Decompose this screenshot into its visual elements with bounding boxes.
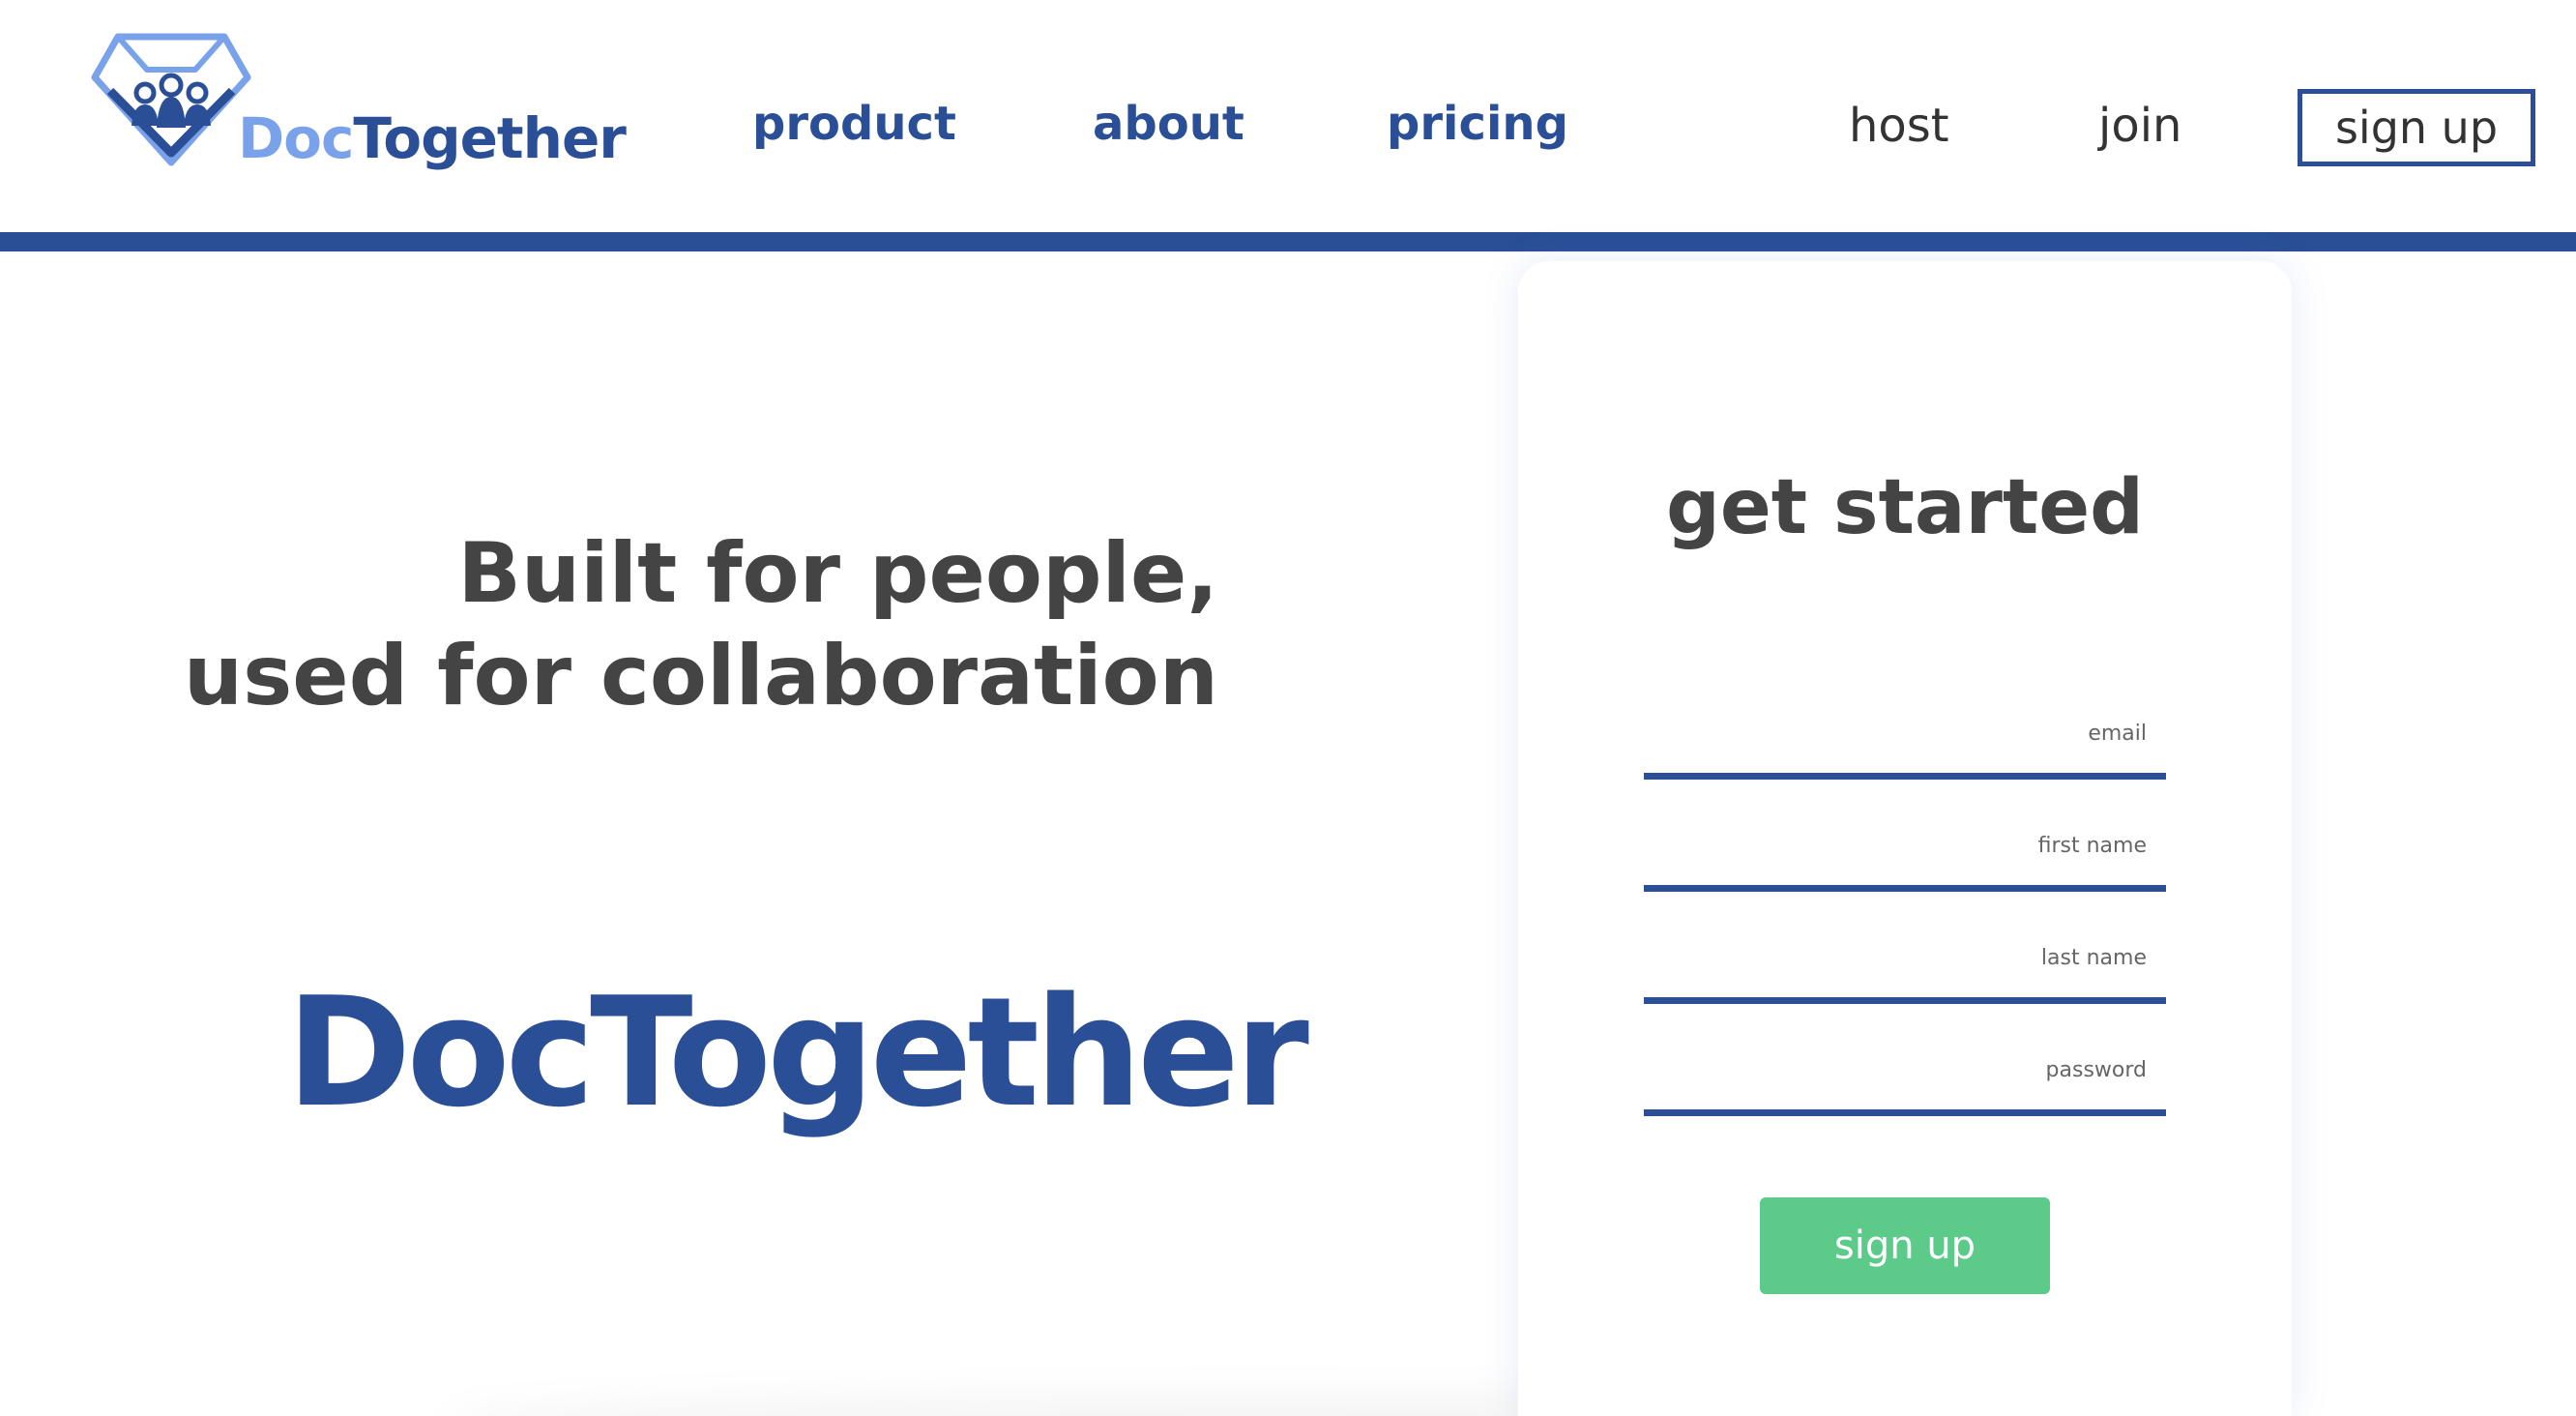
first-name-field-underline <box>1644 885 2166 892</box>
nav-about-link[interactable]: about <box>1093 101 1244 147</box>
last-name-field-label: last name <box>2040 946 2147 970</box>
signup-card-title: get started <box>1665 464 2144 551</box>
nav-host-link[interactable]: host <box>1849 103 1949 149</box>
hero-tagline-line2: used for collaboration <box>183 628 1218 724</box>
email-field-label: email <box>2088 722 2147 746</box>
nav-join-link[interactable]: join <box>2098 103 2181 149</box>
password-field[interactable]: password <box>1644 1043 2166 1116</box>
first-name-field[interactable]: first name <box>1644 818 2166 892</box>
hero-tagline-line1: Built for people, <box>457 525 1218 622</box>
first-name-field-label: first name <box>2037 834 2147 858</box>
nav-product-link[interactable]: product <box>752 101 956 147</box>
header-sign-up-button[interactable]: sign up <box>2298 89 2535 166</box>
top-nav-bar: DocTogether product about pricing host j… <box>0 0 2576 232</box>
logo-wordmark-doc: Doc <box>238 105 354 171</box>
hero-brand-name: DocTogether <box>286 964 1309 1140</box>
nav-pricing-link[interactable]: pricing <box>1387 101 1568 147</box>
last-name-field-underline <box>1644 997 2166 1004</box>
signup-submit-button[interactable]: sign up <box>1760 1197 2050 1294</box>
header-divider <box>0 232 2576 251</box>
last-name-field[interactable]: last name <box>1644 930 2166 1004</box>
email-field[interactable]: email <box>1644 706 2166 780</box>
hero-tagline: Built for people, used for collaboration <box>184 522 1218 727</box>
password-field-underline <box>1644 1109 2166 1116</box>
password-field-label: password <box>2045 1058 2147 1082</box>
logo-wordmark: DocTogether <box>238 110 627 166</box>
diamond-people-icon <box>91 33 251 166</box>
page: DocTogether product about pricing host j… <box>0 0 2576 1416</box>
logo-link[interactable]: DocTogether <box>89 31 630 186</box>
email-field-underline <box>1644 773 2166 780</box>
logo-wordmark-together: Together <box>353 105 627 171</box>
